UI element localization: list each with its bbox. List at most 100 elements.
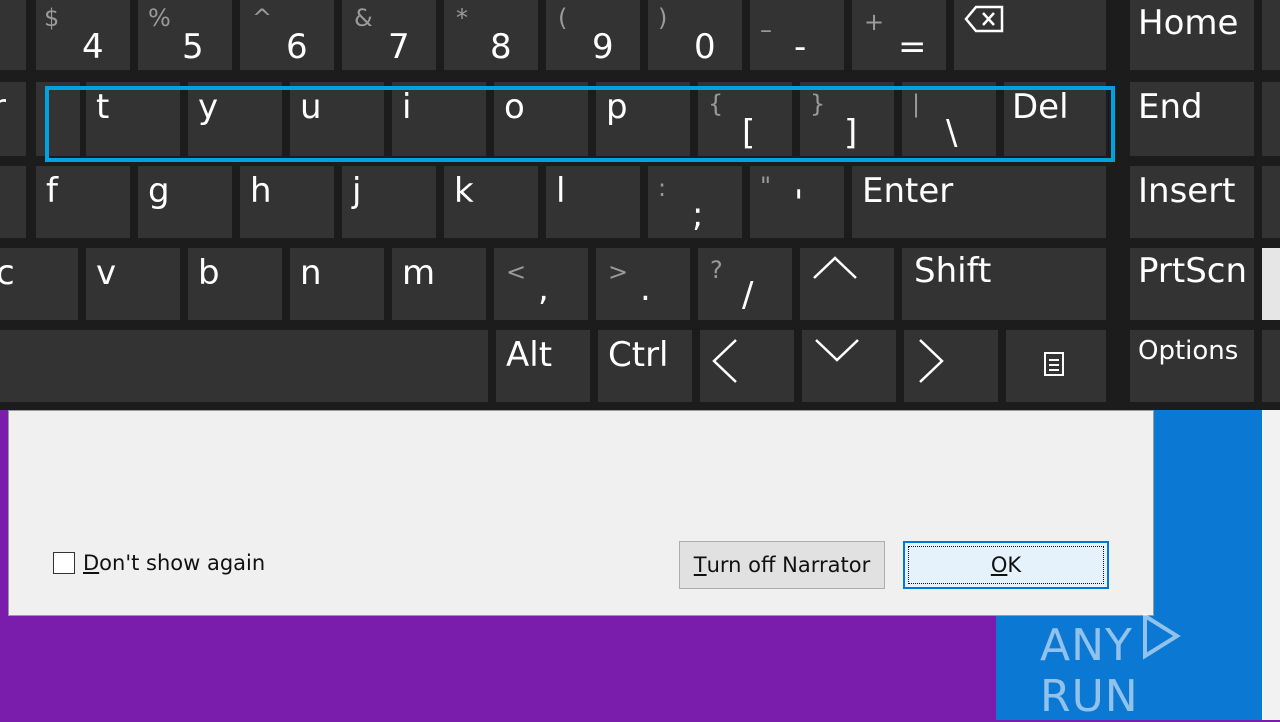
key-label: 4 bbox=[82, 27, 104, 67]
key-home[interactable]: Home bbox=[1130, 0, 1254, 70]
watermark-right: RUN bbox=[1040, 671, 1139, 722]
key-minus[interactable]: – - bbox=[750, 0, 844, 70]
key-label: PrtScn bbox=[1138, 251, 1248, 291]
key-partial-right[interactable] bbox=[1262, 330, 1280, 402]
key-8[interactable]: * 8 bbox=[444, 0, 538, 70]
key-shift-label: ? bbox=[710, 256, 723, 284]
key-up-arrow[interactable] bbox=[800, 248, 894, 320]
key-0[interactable]: ) 0 bbox=[648, 0, 742, 70]
key-label: r bbox=[0, 90, 6, 124]
key-g[interactable]: g bbox=[138, 166, 232, 238]
key-ctrl[interactable]: Ctrl bbox=[598, 330, 692, 402]
key-space[interactable] bbox=[0, 330, 488, 402]
key-down-arrow[interactable] bbox=[802, 330, 896, 402]
key-alt[interactable]: Alt bbox=[496, 330, 590, 402]
anyrun-watermark: ANYRUN bbox=[1040, 612, 1280, 722]
key-label: Insert bbox=[1138, 171, 1236, 211]
key-label: ' bbox=[794, 183, 804, 223]
key-shift[interactable]: Shift bbox=[902, 248, 1106, 320]
key-label: 6 bbox=[286, 27, 308, 67]
key-j[interactable]: j bbox=[342, 166, 436, 238]
left-arrow-icon bbox=[712, 339, 737, 383]
key-quote[interactable]: " ' bbox=[750, 166, 844, 238]
key-label: = bbox=[898, 27, 927, 67]
key-7[interactable]: & 7 bbox=[342, 0, 436, 70]
focus-ring bbox=[908, 546, 1104, 584]
backspace-icon bbox=[964, 5, 1004, 33]
key-n[interactable]: n bbox=[290, 248, 384, 320]
key-label: Alt bbox=[506, 335, 553, 375]
down-arrow-icon bbox=[815, 339, 859, 362]
key-right-arrow[interactable] bbox=[904, 330, 998, 402]
key-label: v bbox=[96, 253, 117, 293]
key-label: Options bbox=[1138, 336, 1239, 366]
key-shift-label: : bbox=[658, 174, 667, 202]
key-label: f bbox=[46, 171, 58, 211]
on-screen-keyboard: $ 4 % 5 ^ 6 & 7 * 8 ( 9 ) 0 – - + = Home bbox=[0, 0, 1280, 410]
key-period[interactable]: > . bbox=[596, 248, 690, 320]
key-label: b bbox=[198, 253, 220, 293]
key-label: 0 bbox=[694, 27, 716, 67]
key-backspace[interactable] bbox=[954, 0, 1106, 70]
label-rest: on't show again bbox=[99, 551, 266, 575]
key-slash[interactable]: ? / bbox=[698, 248, 792, 320]
key-comma[interactable]: < , bbox=[494, 248, 588, 320]
ok-button[interactable]: OK bbox=[903, 541, 1109, 589]
key-r[interactable]: r bbox=[0, 82, 26, 156]
key-left-arrow[interactable] bbox=[700, 330, 794, 402]
access-key: T bbox=[693, 553, 707, 577]
watermark-left: ANY bbox=[1040, 620, 1133, 671]
key-label: n bbox=[300, 253, 322, 293]
key-partial-right[interactable] bbox=[1262, 248, 1280, 320]
key-h[interactable]: h bbox=[240, 166, 334, 238]
dont-show-again-checkbox-row[interactable]: Don't show again bbox=[53, 551, 265, 575]
key-m[interactable]: m bbox=[392, 248, 486, 320]
narrator-dialog: Don't show again Turn off Narrator OK bbox=[8, 410, 1154, 616]
key-label: k bbox=[454, 171, 474, 211]
key-label: . bbox=[640, 269, 651, 309]
key-shift-label: ) bbox=[658, 4, 668, 32]
key-shift-label: " bbox=[760, 172, 772, 200]
key-shift-label: < bbox=[506, 258, 527, 286]
key-v[interactable]: v bbox=[86, 248, 180, 320]
key-semicolon[interactable]: : ; bbox=[648, 166, 742, 238]
key-partial-right[interactable] bbox=[1262, 166, 1280, 238]
key-enter[interactable]: Enter bbox=[852, 166, 1106, 238]
key-label: 5 bbox=[182, 27, 204, 67]
focus-highlight bbox=[45, 86, 1115, 162]
key-menu[interactable] bbox=[1006, 330, 1106, 402]
key-b[interactable]: b bbox=[188, 248, 282, 320]
up-arrow-icon bbox=[813, 256, 857, 279]
key-shift-label: * bbox=[456, 4, 468, 32]
key-shift-label: $ bbox=[44, 4, 60, 32]
key-partial-right[interactable] bbox=[1262, 0, 1280, 70]
play-icon bbox=[1142, 612, 1181, 660]
key-partial-left[interactable] bbox=[0, 166, 26, 238]
key-partial-right[interactable] bbox=[1262, 82, 1280, 156]
key-options[interactable]: Options bbox=[1130, 330, 1254, 402]
key-shift-label: – bbox=[760, 16, 772, 44]
key-label: 9 bbox=[592, 27, 614, 67]
key-5[interactable]: % 5 bbox=[138, 0, 232, 70]
key-6[interactable]: ^ 6 bbox=[240, 0, 334, 70]
key-equals[interactable]: + = bbox=[852, 0, 946, 70]
dont-show-again-checkbox[interactable] bbox=[53, 552, 75, 574]
key-prtscn[interactable]: PrtScn bbox=[1130, 248, 1254, 320]
key-label: , bbox=[538, 269, 549, 309]
key-label: Home bbox=[1138, 3, 1239, 43]
key-f[interactable]: f bbox=[36, 166, 130, 238]
key-shift-label: % bbox=[148, 4, 171, 32]
key-label: Enter bbox=[862, 171, 954, 211]
key-c[interactable]: c bbox=[0, 248, 78, 320]
key-9[interactable]: ( 9 bbox=[546, 0, 640, 70]
dont-show-again-label: Don't show again bbox=[83, 551, 265, 575]
key-end[interactable]: End bbox=[1130, 82, 1254, 156]
key-label: / bbox=[742, 275, 754, 315]
key-label: l bbox=[556, 171, 566, 211]
key-insert[interactable]: Insert bbox=[1130, 166, 1254, 238]
key-k[interactable]: k bbox=[444, 166, 538, 238]
turn-off-narrator-button[interactable]: Turn off Narrator bbox=[679, 541, 885, 589]
key-partial-left[interactable] bbox=[0, 0, 26, 70]
key-4[interactable]: $ 4 bbox=[36, 0, 130, 70]
key-l[interactable]: l bbox=[546, 166, 640, 238]
